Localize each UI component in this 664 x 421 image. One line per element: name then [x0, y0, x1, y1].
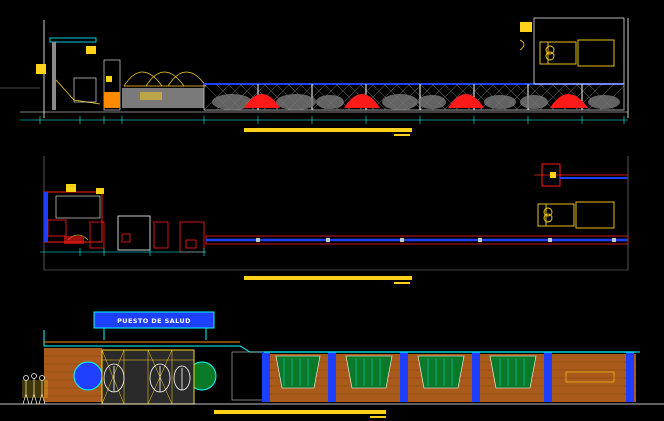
- cad-drawing: PUESTO DE SALUD: [0, 17, 664, 418]
- elevation-title-plate: [214, 410, 386, 414]
- plan-title-plate: [244, 276, 412, 280]
- truck-icon: [539, 39, 615, 67]
- entrance-gate: [101, 349, 195, 405]
- section-title-plate: [244, 128, 412, 132]
- utility-connection: [534, 163, 628, 187]
- floor-plan-view: [40, 156, 629, 284]
- plan-fence-line: [205, 235, 629, 245]
- guard-house-plan: [43, 184, 104, 244]
- dome-icon: [123, 71, 207, 87]
- front-elevation-view: PUESTO DE SALUD: [0, 311, 664, 418]
- top-section-view: [0, 17, 629, 136]
- sign-text: PUESTO DE SALUD: [117, 317, 191, 325]
- small-rooms: [89, 215, 205, 253]
- landscaping: [212, 94, 620, 110]
- truck-icon: [537, 201, 615, 229]
- garage: [519, 17, 625, 85]
- building-sign: PUESTO DE SALUD: [93, 311, 215, 340]
- fence-elevation: [262, 351, 636, 402]
- round-window-left: [73, 361, 103, 391]
